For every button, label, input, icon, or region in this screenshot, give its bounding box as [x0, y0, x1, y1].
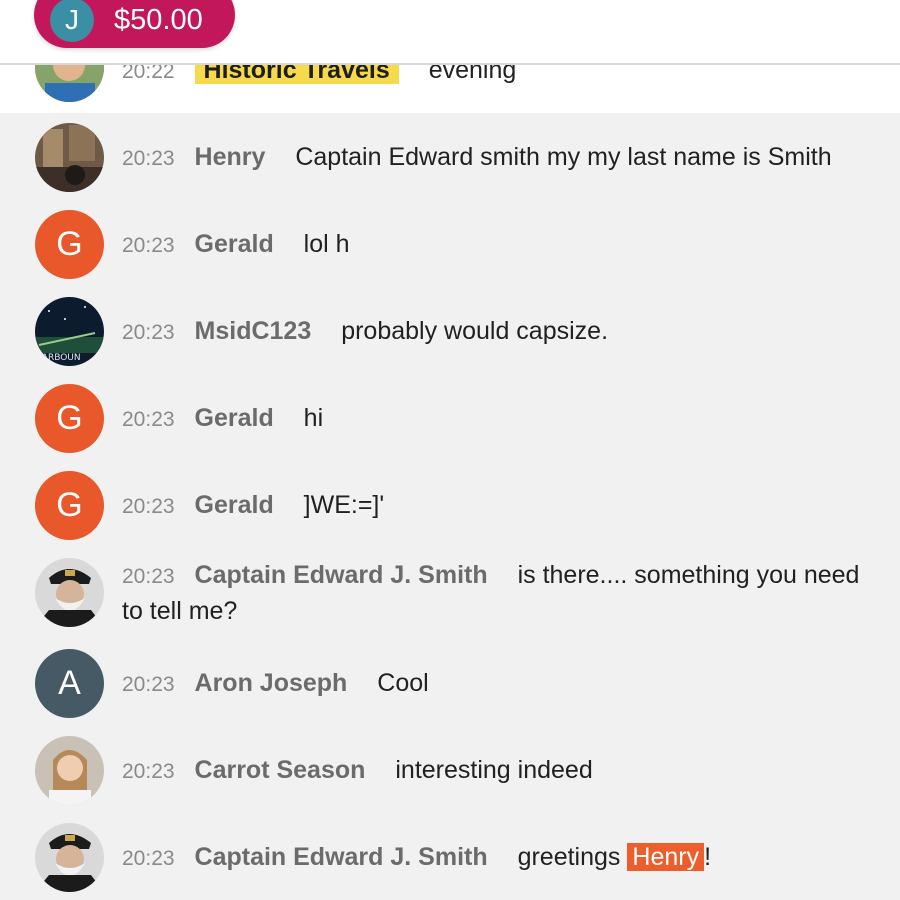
message-text-suffix: !: [704, 843, 712, 871]
timestamp: 20:23: [122, 147, 175, 170]
photo-avatar-icon: [35, 123, 104, 192]
message-text: Cool: [377, 669, 429, 697]
message-line: 20:23 Henry Captain Edward smith my my l…: [122, 140, 870, 176]
photo-avatar-icon: [35, 736, 104, 805]
author-name[interactable]: Captain Edward J. Smith: [195, 843, 488, 871]
photo-avatar-icon: [35, 558, 104, 627]
message-text: Captain Edward smith my my last name is …: [295, 143, 832, 171]
message-line: 20:23 Captain Edward J. Smith greetings …: [122, 840, 870, 876]
photo-avatar-icon: [35, 65, 104, 102]
photo-avatar-icon: [35, 823, 104, 892]
avatar[interactable]: [35, 736, 104, 805]
message-line: 20:22 Historic Travels evening: [122, 65, 870, 89]
message-line: 20:23 MsidC123 probably would capsize.: [122, 314, 870, 350]
message-line: 20:23 Gerald ]WE:=]': [122, 488, 870, 524]
avatar[interactable]: [35, 558, 104, 627]
author-name[interactable]: Carrot Season: [195, 756, 366, 784]
message-line: 20:23 Carrot Season interesting indeed: [122, 753, 870, 789]
ticker-bar: J $50.00: [0, 0, 900, 65]
pinned-message: 20:22 Historic Travels evening: [0, 65, 900, 113]
message-text: ]WE:=]': [303, 491, 385, 519]
author-name[interactable]: Gerald: [195, 491, 274, 519]
author-name[interactable]: Henry: [195, 143, 266, 171]
letter-avatar: G: [35, 384, 104, 453]
timestamp: 20:23: [122, 673, 175, 696]
avatar[interactable]: G: [35, 210, 104, 279]
avatar[interactable]: [35, 823, 104, 892]
author-name[interactable]: Historic Travels: [194, 65, 399, 84]
chat-message-list[interactable]: 20:23 Henry Captain Edward smith my my l…: [0, 113, 900, 900]
avatar[interactable]: [35, 123, 104, 192]
letter-avatar: G: [35, 210, 104, 279]
message-text: lol h: [303, 230, 350, 258]
author-name[interactable]: MsidC123: [195, 317, 312, 345]
author-name[interactable]: Gerald: [195, 404, 274, 432]
message-text: probably would capsize.: [341, 317, 609, 345]
message-line: 20:23 Gerald hi: [122, 401, 870, 437]
timestamp: 20:23: [122, 565, 175, 588]
photo-avatar-icon: TARBOUN: [35, 297, 104, 366]
superchat-avatar: J: [50, 0, 94, 42]
message-line: 20:23 Captain Edward J. Smith is there..…: [122, 558, 870, 628]
author-name[interactable]: Aron Joseph: [195, 669, 348, 697]
superchat-amount: $50.00: [114, 3, 203, 36]
timestamp: 20:23: [122, 408, 175, 431]
timestamp: 20:23: [122, 321, 175, 344]
superchat-ticker-pill[interactable]: J $50.00: [34, 0, 235, 48]
message-line: 20:23 Gerald lol h: [122, 227, 870, 263]
message-text: greetings: [517, 843, 621, 871]
timestamp: 20:23: [122, 234, 175, 257]
avatar[interactable]: [35, 65, 104, 102]
message-text: hi: [303, 404, 324, 432]
message-text: evening: [428, 65, 517, 84]
avatar[interactable]: G: [35, 384, 104, 453]
avatar[interactable]: TARBOUN: [35, 297, 104, 366]
author-name[interactable]: Gerald: [195, 230, 274, 258]
avatar[interactable]: G: [35, 471, 104, 540]
message-line: 20:23 Aron Joseph Cool: [122, 666, 870, 702]
timestamp: 20:23: [122, 495, 175, 518]
mention-chip[interactable]: Henry: [627, 843, 705, 871]
letter-avatar: A: [35, 649, 104, 718]
timestamp: 20:22: [122, 65, 175, 83]
avatar[interactable]: A: [35, 649, 104, 718]
message-text: interesting indeed: [395, 756, 593, 784]
timestamp: 20:23: [122, 847, 175, 870]
timestamp: 20:23: [122, 760, 175, 783]
letter-avatar: G: [35, 471, 104, 540]
author-name[interactable]: Captain Edward J. Smith: [195, 561, 488, 589]
avatar-badge-text: TARBOUN: [36, 353, 81, 363]
